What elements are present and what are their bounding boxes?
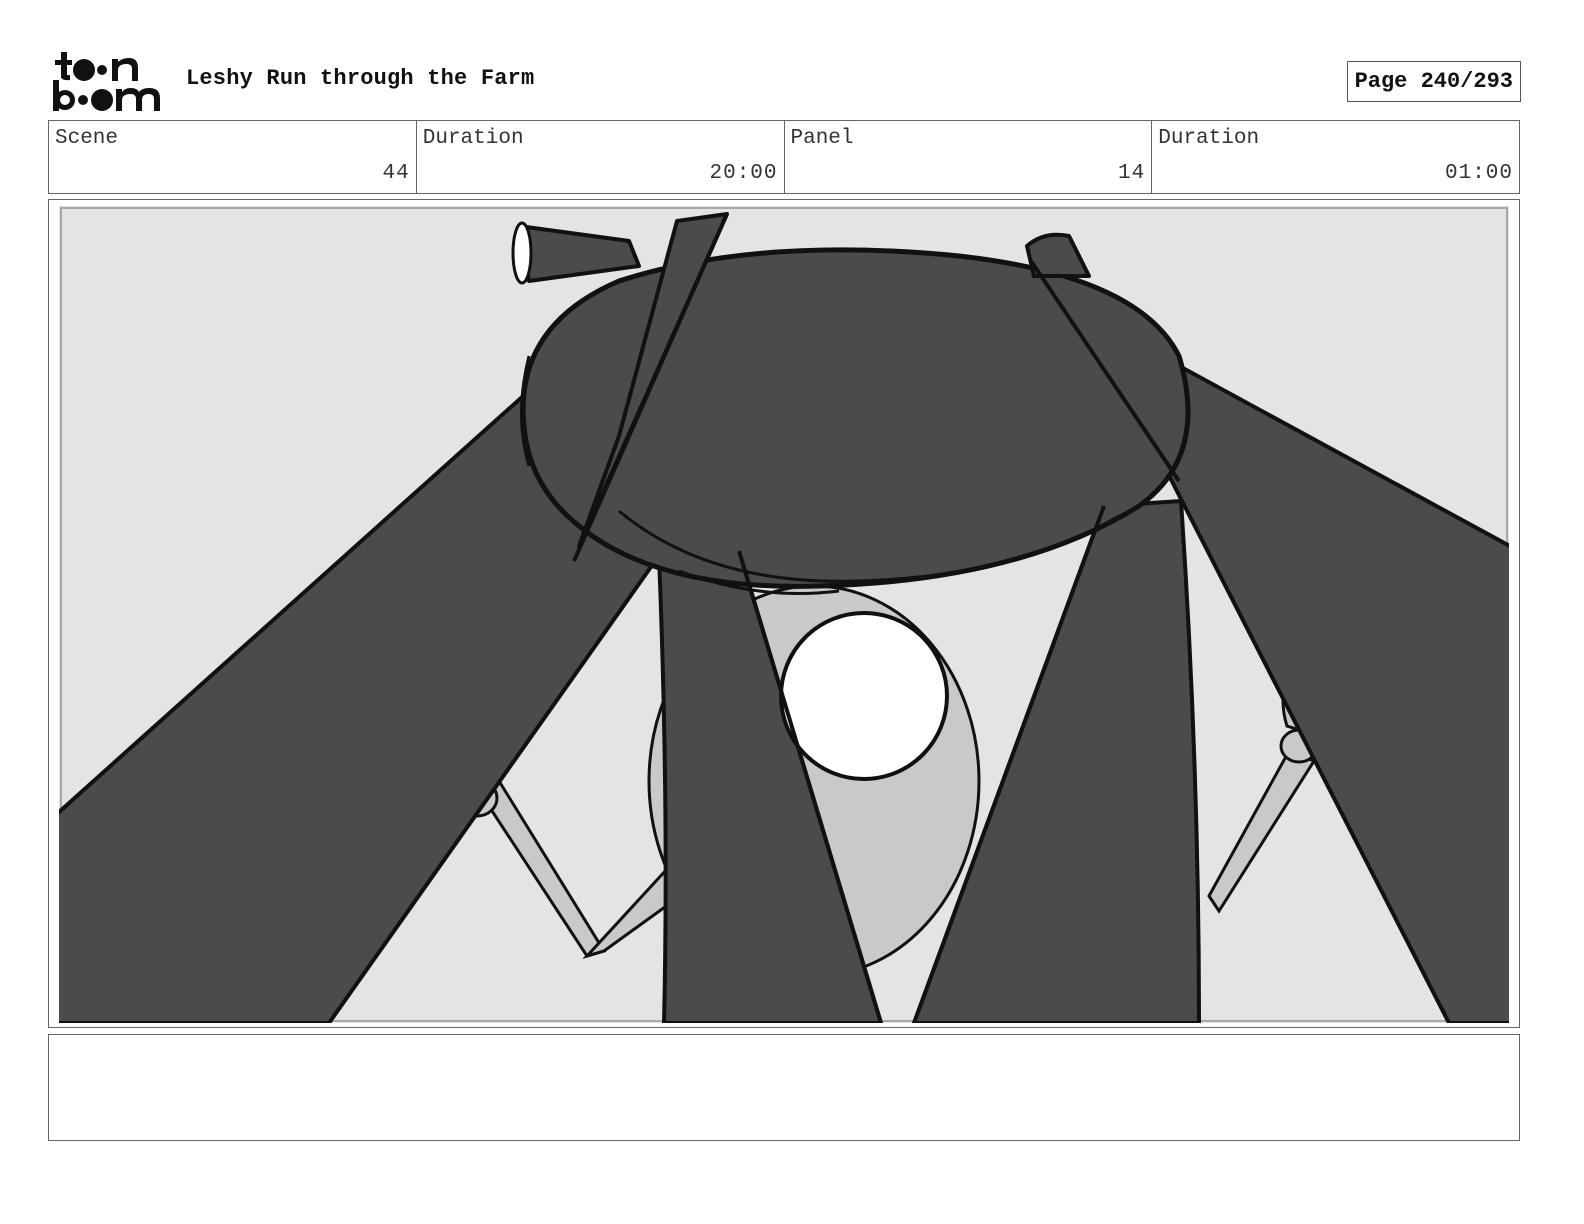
storyboard-panel (48, 199, 1520, 1028)
panel-notes (48, 1034, 1520, 1141)
panel-duration-cell: Duration 01:00 (1152, 121, 1519, 193)
panel-duration-value: 01:00 (1444, 162, 1513, 185)
page-indicator: Page 240/293 (1346, 61, 1521, 102)
storyboard-sketch (59, 206, 1509, 1023)
panel-value: 14 (1118, 162, 1146, 185)
scene-duration-label: Duration (422, 127, 524, 150)
scene-info-table: Scene 44 Duration 20:00 Panel 14 Duratio… (48, 120, 1520, 194)
scene-label: Scene (55, 127, 119, 150)
panel-label: Panel (790, 127, 854, 150)
scene-duration-cell: Duration 20:00 (417, 121, 785, 193)
panel-duration-label: Duration (1158, 127, 1260, 150)
toon-boom-logo (52, 50, 164, 114)
eye (779, 611, 949, 781)
storyboard-title: Leshy Run through the Farm (186, 66, 535, 91)
scene-duration-value: 20:00 (709, 162, 778, 185)
scene-cell: Scene 44 (49, 121, 417, 193)
scene-value: 44 (382, 162, 410, 185)
panel-cell: Panel 14 (785, 121, 1153, 193)
